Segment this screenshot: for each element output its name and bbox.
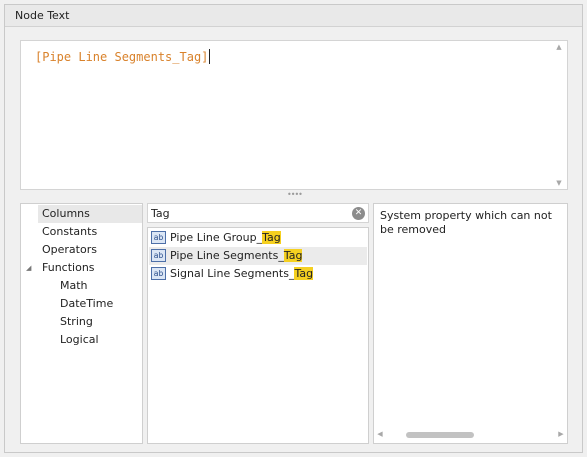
- tree-item-label: String: [60, 315, 93, 328]
- tree-item-label: DateTime: [60, 297, 114, 310]
- tree-item-columns[interactable]: Columns: [38, 205, 142, 223]
- search-match-highlight: Tag: [283, 249, 303, 262]
- group-title: Node Text: [15, 9, 70, 22]
- editor-vertical-scrollbar[interactable]: ▲ ▼: [551, 41, 567, 189]
- description-horizontal-scrollbar[interactable]: ◀ ▶: [374, 427, 567, 443]
- ab-field-icon: ab: [151, 231, 166, 244]
- search-input[interactable]: [148, 204, 348, 222]
- tree-item-string[interactable]: String: [60, 313, 93, 331]
- scroll-right-icon[interactable]: ▶: [555, 430, 567, 438]
- tree-item-label: Columns: [42, 207, 90, 220]
- columns-list: ab Pipe Line Group_Tag ab Pipe Line Segm…: [147, 227, 369, 444]
- search-match-highlight: Tag: [262, 231, 281, 244]
- list-item-label: Pipe Line Group_Tag: [170, 231, 281, 244]
- category-tree: Columns Constants Operators Functions ◢ …: [20, 203, 143, 444]
- tree-item-label: Operators: [42, 243, 97, 256]
- list-item[interactable]: ab Pipe Line Segments_Tag: [149, 247, 367, 265]
- list-item-label: Pipe Line Segments_Tag: [170, 249, 303, 262]
- tree-item-label: Constants: [42, 225, 98, 238]
- text-caret: [209, 49, 211, 64]
- tree-item-math[interactable]: Math: [60, 277, 88, 295]
- tree-item-operators[interactable]: Operators: [42, 241, 97, 259]
- list-item-label: Signal Line Segments_Tag: [170, 267, 314, 280]
- scrollbar-thumb[interactable]: [406, 432, 474, 438]
- list-item[interactable]: ab Pipe Line Group_Tag: [149, 229, 367, 247]
- tree-item-functions[interactable]: Functions: [42, 259, 95, 277]
- description-text: System property which can not be removed: [380, 209, 552, 236]
- search-box: ✕: [147, 203, 369, 223]
- splitter-grip-icon[interactable]: ••••: [287, 191, 303, 199]
- tree-item-label: Logical: [60, 333, 99, 346]
- scroll-down-icon[interactable]: ▼: [551, 179, 567, 187]
- ab-field-icon: ab: [151, 267, 166, 280]
- clear-search-icon[interactable]: ✕: [352, 207, 365, 220]
- tree-item-constants[interactable]: Constants: [42, 223, 97, 241]
- search-match-highlight: Tag: [294, 267, 314, 280]
- description-panel: System property which can not be removed…: [373, 203, 568, 444]
- group-header: Node Text: [5, 5, 582, 27]
- tree-item-label: Functions: [42, 261, 95, 274]
- scroll-up-icon[interactable]: ▲: [551, 43, 567, 51]
- ab-field-icon: ab: [151, 249, 166, 262]
- expression-text[interactable]: [Pipe Line Segments_Tag]: [35, 50, 208, 64]
- expression-editor[interactable]: [Pipe Line Segments_Tag] ▲ ▼: [20, 40, 568, 190]
- scroll-left-icon[interactable]: ◀: [374, 430, 386, 438]
- expand-collapse-icon[interactable]: ◢: [26, 259, 31, 277]
- tree-item-logical[interactable]: Logical: [60, 331, 99, 349]
- list-item[interactable]: ab Signal Line Segments_Tag: [149, 265, 367, 283]
- tree-item-datetime[interactable]: DateTime: [60, 295, 113, 313]
- tree-item-label: Math: [60, 279, 88, 292]
